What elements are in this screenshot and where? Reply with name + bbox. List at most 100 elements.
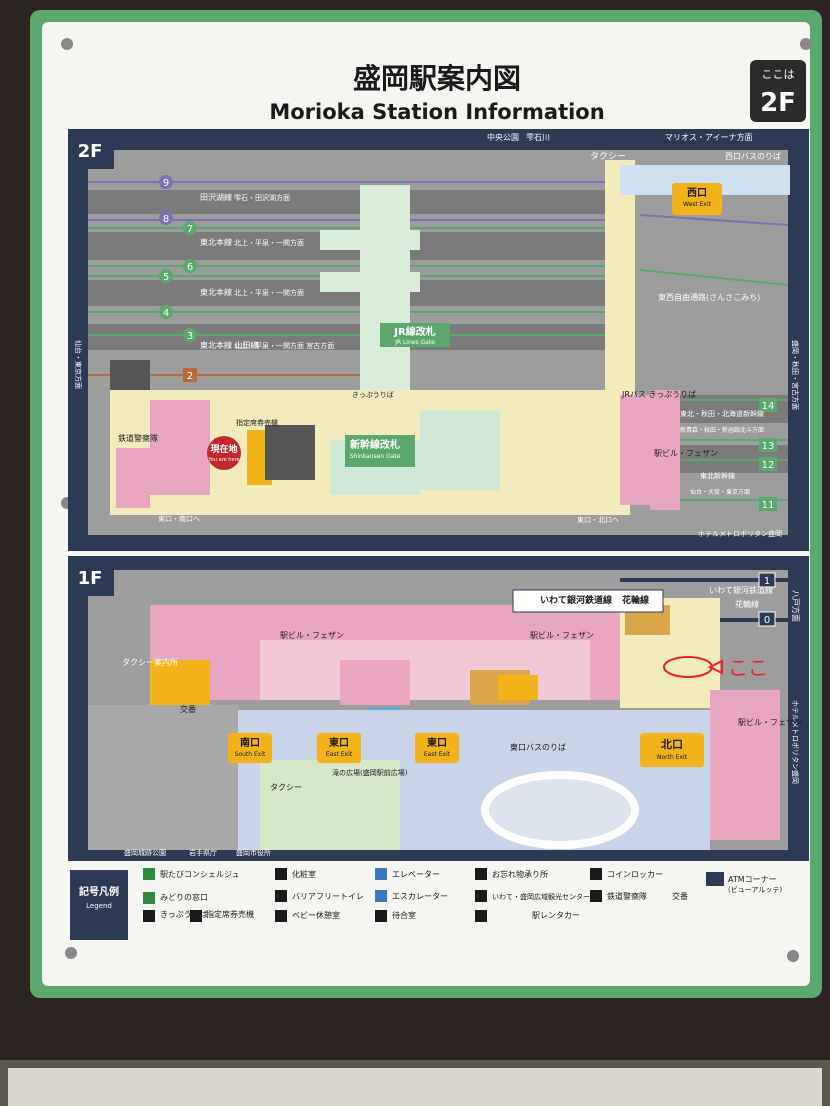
legend-item: コインロッカー (590, 868, 663, 880)
malios-label: マリオス・アイーナ方面 (665, 132, 753, 142)
hotel-1f-label: ホテルメトロポリタン盛岡 (791, 700, 800, 784)
pref-label: 岩手県庁 (189, 848, 217, 857)
east-exit-sign-1: 東口 East Exit (317, 733, 361, 763)
legend-label: みどりの窓口 (160, 892, 208, 902)
legend-item: 交番 (672, 891, 688, 901)
platform-6-number: 6 (187, 262, 193, 273)
current-location-label: 現在地 (210, 443, 237, 455)
to-east-north-label: 東口・北口へ (577, 515, 619, 524)
floor-badge-value: 2F (760, 88, 796, 118)
west-exit-label-en: West Exit (683, 201, 712, 208)
legend-label: 交番 (672, 891, 688, 901)
left-direction-label: 仙台・東京方面 (74, 340, 83, 389)
platform-1-number: 1 (764, 576, 770, 587)
floor-1f-label: 1F (78, 568, 103, 589)
screw-icon (65, 947, 77, 959)
south-exit-label: 南口 (240, 736, 260, 749)
city-label: 盛岡市役所 (236, 848, 271, 857)
north-exit-sign: 北口 North Exit (640, 733, 704, 767)
east-exit-label-2: 東口 (427, 736, 447, 749)
platform-7-number: 7 (187, 224, 193, 235)
jr-gate-label: JR線改札 (393, 325, 435, 338)
legend-label: バリアフリートイレ (292, 892, 364, 901)
jr-bus-label: JRバス きっぷうりば (621, 390, 696, 399)
bus-rotary (481, 771, 639, 849)
legend-label: 駅たびコンシェルジュ (160, 870, 239, 879)
taxi-info-label: タクシー案内所 (122, 657, 178, 667)
tickets-2f-label: きっぷうりば (352, 390, 394, 399)
taxi-1f-label: タクシー (270, 783, 302, 792)
legend-label: エレベーター (392, 870, 440, 879)
shinkansen-south-sub: 仙台・大宮・東京方面 (690, 488, 750, 496)
hachinohe-label: 八戸方面 (791, 590, 801, 622)
legend-label: お忘れ物承り所 (492, 869, 548, 879)
platform-5-number: 5 (163, 272, 169, 283)
line-dir-4: 北上・平泉・一関方面 (234, 288, 304, 297)
hanawa-right-label: 花輪線 (735, 599, 759, 609)
shinkansen-gate-label: 新幹線改札 (350, 438, 400, 451)
east-bus-label: 東口バスのりば (510, 742, 566, 752)
floor-2f-label: 2F (78, 141, 103, 162)
hotel-2f-label: ホテルメトロポリタン盛岡 (698, 529, 782, 538)
south-exit-sign: 南口 South Exit (228, 733, 272, 763)
floor-badge-label: ここは (762, 68, 795, 81)
legend-label-sub: (ビューアルッテ) (728, 885, 782, 894)
east-exit-sign-2: 東口 East Exit (415, 733, 459, 763)
platform-13-number: 13 (762, 441, 775, 452)
shinkansen-south-label: 東北新幹線 (700, 471, 735, 480)
line-dir-8: 雫石・田沢湖方面 (234, 193, 290, 202)
legend-item: エレベーター (375, 868, 440, 880)
fesan-1f-label-center: 駅ビル・フェザン (530, 631, 594, 640)
legend-item: お忘れ物承り所 (475, 868, 548, 880)
current-location-label-en: You are here (207, 457, 239, 463)
river-label: 雫石川 (526, 133, 550, 142)
police-2f-label: 鉄道警察隊 (118, 433, 158, 443)
east-exit-label-1: 東口 (329, 736, 349, 749)
platform-8-number: 8 (163, 214, 169, 225)
police-box-label: 交番 (180, 704, 196, 714)
screw-icon (61, 38, 73, 50)
line-label-8: 田沢湖線 (200, 192, 232, 202)
legend-label: 待合室 (392, 910, 416, 920)
castle-label: 盛岡城跡公園 (124, 848, 166, 857)
legend-label: いわて・盛岡広域観光センター (492, 892, 590, 901)
west-bus-label: 西口バスのりば (725, 152, 781, 161)
line-dir-6: 北上・平泉・一関方面 (234, 238, 304, 247)
line-dir-3: 北上・平泉・一関方面 宮古方面 (234, 341, 334, 350)
platform-9-number: 9 (163, 178, 169, 189)
legend-label: エスカレーター (392, 892, 448, 901)
page-title-ja: 盛岡駅案内図 (353, 62, 521, 95)
legend-label: 化粧室 (292, 869, 316, 879)
east-exit-label-en-2: East Exit (424, 751, 451, 758)
screw-icon (787, 950, 799, 962)
shinkansen-north-label: 東北・秋田・北海道新幹線 (680, 409, 764, 418)
legend-label: ベビー休憩室 (292, 910, 340, 920)
to-east-south-label: 東口・南口へ (158, 514, 200, 523)
page-title-en: Morioka Station Information (269, 100, 604, 124)
shinkansen-north-sub: 新青森・秋田・新函館北斗方面 (680, 426, 764, 434)
legend-label: 駅レンタカー (532, 911, 580, 920)
reserved-2f-label: 指定席券売機 (236, 418, 278, 427)
legend-item: 鉄道警察隊 (590, 890, 647, 902)
station-map-board: 盛岡駅案内図 Morioka Station Information ここは 2… (0, 0, 830, 1106)
annotation-text: ここ (728, 656, 768, 680)
fesan-2f-label: 駅ビル・フェザン (654, 449, 718, 458)
north-exit-label: 北口 (661, 737, 683, 751)
east-exit-label-en-1: East Exit (326, 751, 353, 758)
platform-11-number: 11 (762, 500, 775, 511)
platform-2-number: 2 (187, 371, 193, 382)
fesan-1f-label-right: 駅ビル・フェザン (738, 718, 802, 727)
hanawa-label: 花輪線 (622, 594, 649, 606)
right-direction-label: 盛岡・秋田・宮古方面 (791, 340, 800, 410)
platform-12-number: 12 (762, 460, 775, 471)
shinkansen-gate-label-en: Shinkansen Gate (350, 453, 401, 460)
west-exit-label: 西口 (687, 187, 707, 199)
platform-0-number: 0 (764, 615, 770, 626)
legend-label: ATMコーナー (728, 875, 777, 884)
jr-gate-label-en: JR Lines Gate (394, 339, 435, 346)
north-exit-label-en: North Exit (657, 754, 688, 761)
legend-item: エスカレーター (375, 890, 448, 902)
legend-label: 指定席券売機 (206, 909, 254, 919)
passage-label: 東西自由通路(さんさこみち) (658, 292, 760, 302)
legend-item: 化粧室 (275, 868, 316, 880)
